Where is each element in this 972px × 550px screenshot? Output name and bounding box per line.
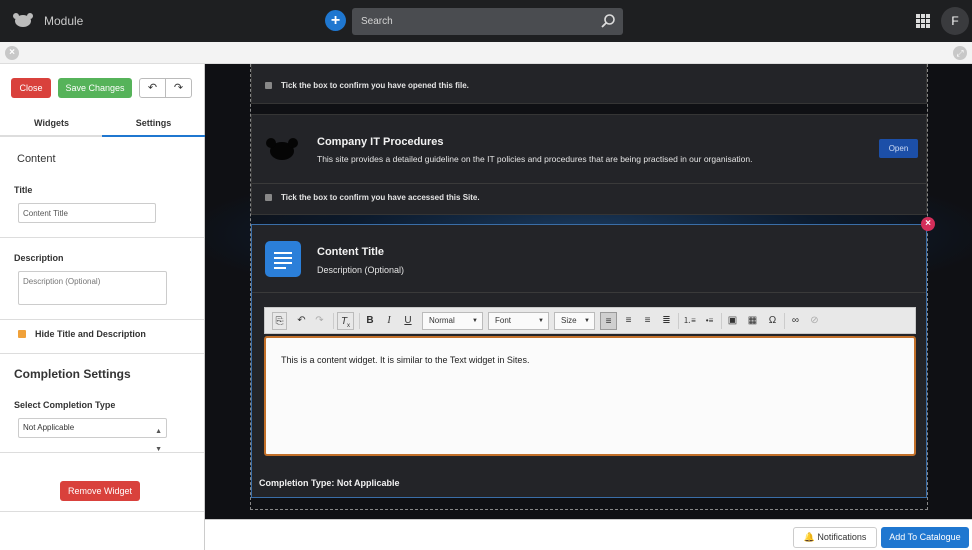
bell-icon: 🔔 — [803, 532, 815, 542]
avatar[interactable]: F — [941, 7, 969, 35]
open-button[interactable]: Open — [879, 139, 918, 158]
bold-button[interactable]: B — [362, 312, 378, 330]
align-left-icon[interactable]: ≡ — [600, 312, 617, 330]
apps-grid-icon[interactable] — [916, 14, 930, 28]
close-icon[interactable]: × — [5, 46, 19, 60]
unlink-icon[interactable]: ⊘ — [806, 312, 823, 330]
window-strip: × ⤢ — [0, 42, 972, 64]
title-input[interactable] — [18, 203, 156, 223]
link-icon[interactable]: ∞ — [787, 312, 804, 330]
bottom-bar: 🔔 Notifications Add To Catalogue — [205, 519, 972, 550]
notifications-label: Notifications — [817, 532, 867, 542]
editor-canvas: Tick the box to confirm you have opened … — [205, 64, 972, 519]
app-title: Module — [44, 14, 84, 28]
site-logo-icon — [266, 138, 298, 160]
description-input[interactable] — [18, 271, 167, 305]
save-changes-button[interactable]: Save Changes — [58, 78, 132, 98]
clear-format-icon[interactable]: Tx — [337, 312, 354, 330]
editor-body[interactable]: This is a content widget. It is similar … — [264, 336, 916, 456]
search-bar[interactable] — [352, 8, 623, 35]
redo-icon[interactable]: ↷ — [166, 79, 191, 97]
completion-type-text: Completion Type: Not Applicable — [259, 478, 400, 488]
divider — [0, 353, 204, 354]
bulleted-list-icon[interactable]: •≡ — [701, 312, 718, 330]
dropdown-arrow-icon: ▼ — [584, 318, 590, 324]
font-dropdown[interactable]: Font ▼ — [488, 312, 549, 330]
paste-icon[interactable]: ⎘ — [272, 312, 287, 330]
editor-text: This is a content widget. It is similar … — [281, 355, 530, 365]
add-button[interactable]: + — [325, 10, 346, 31]
add-to-catalogue-button[interactable]: Add To Catalogue — [881, 527, 969, 548]
format-dropdown[interactable]: Normal ▼ — [422, 312, 483, 330]
editor-toolbar: ⎘ ↶ ↷ Tx B I U Normal ▼ Font ▼ Size ▼ ≡ ≡ ≡… — [264, 307, 916, 334]
underline-button[interactable]: U — [400, 312, 416, 330]
numbered-list-icon[interactable]: ⒈≡ — [681, 312, 698, 330]
hide-title-label: Hide Title and Description — [35, 329, 146, 339]
remove-widget-button[interactable]: Remove Widget — [60, 481, 140, 501]
search-icon[interactable] — [600, 13, 616, 29]
file-confirm-card: Tick the box to confirm you have opened … — [251, 64, 927, 104]
size-dropdown[interactable]: Size ▼ — [554, 312, 595, 330]
file-confirm-checkbox[interactable] — [265, 82, 272, 90]
expand-icon[interactable]: ⤢ — [953, 46, 967, 60]
site-title: Company IT Procedures — [317, 136, 444, 148]
file-confirm-text: Tick the box to confirm you have opened … — [281, 81, 469, 90]
site-confirm-text: Tick the box to confirm you have accesse… — [281, 193, 480, 202]
hide-title-checkbox[interactable] — [18, 330, 26, 338]
tab-settings[interactable]: Settings — [102, 112, 205, 137]
divider — [0, 452, 204, 453]
select-arrow-icon: ▲ ▼ — [155, 428, 162, 453]
divider — [252, 183, 926, 184]
title-label: Title — [14, 185, 33, 195]
special-character-icon[interactable]: Ω — [764, 312, 781, 330]
widget-title: Content Title — [317, 246, 385, 258]
description-label: Description — [14, 253, 64, 263]
align-right-icon[interactable]: ≡ — [639, 312, 656, 330]
content-widget[interactable]: Content Title Description (Optional) ⎘ ↶… — [251, 224, 927, 498]
site-confirm-checkbox[interactable] — [265, 194, 272, 202]
divider — [0, 319, 204, 320]
dropdown-arrow-icon: ▼ — [538, 318, 544, 324]
document-icon — [265, 241, 301, 277]
settings-sidebar: Close Save Changes ↶ ↷ Widgets Settings … — [0, 64, 205, 550]
site-description: This site provides a detailed guideline … — [317, 154, 753, 164]
completion-type-value: Not Applicable — [23, 423, 75, 432]
undo-icon[interactable]: ↶ — [140, 79, 166, 97]
site-card: Company IT Procedures This site provides… — [251, 114, 927, 215]
logo-icon[interactable] — [12, 12, 34, 28]
top-bar: Module + F — [0, 0, 972, 42]
italic-button[interactable]: I — [381, 312, 397, 330]
widget-description: Description (Optional) — [317, 265, 405, 275]
divider — [0, 511, 204, 512]
sidebar-tabs: Widgets Settings — [0, 112, 205, 137]
undo-redo-group: ↶ ↷ — [139, 78, 192, 98]
close-button[interactable]: Close — [11, 78, 51, 98]
dropdown-arrow-icon: ▼ — [472, 318, 478, 324]
search-input[interactable] — [352, 8, 592, 35]
undo-icon[interactable]: ↶ — [294, 312, 309, 330]
divider — [252, 292, 926, 293]
redo-icon[interactable]: ↷ — [312, 312, 327, 330]
completion-settings-heading: Completion Settings — [14, 367, 131, 381]
completion-type-label: Select Completion Type — [14, 400, 116, 410]
table-icon[interactable]: ▦ — [744, 312, 761, 330]
align-center-icon[interactable]: ≡ — [620, 312, 637, 330]
content-heading: Content — [17, 153, 56, 165]
align-justify-icon[interactable]: ≣ — [658, 312, 675, 330]
divider — [0, 237, 204, 238]
remove-widget-icon[interactable]: × — [921, 217, 935, 231]
image-icon[interactable]: ▣ — [724, 312, 741, 330]
completion-type-select[interactable]: Not Applicable ▲ ▼ — [18, 418, 167, 453]
notifications-button[interactable]: 🔔 Notifications — [793, 527, 877, 548]
tab-widgets[interactable]: Widgets — [0, 112, 103, 137]
